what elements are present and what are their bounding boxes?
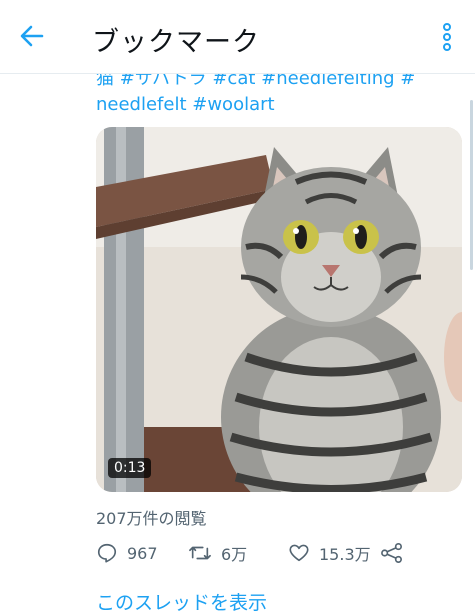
view-count: 207万件の閲覧 bbox=[96, 509, 207, 528]
video-thumbnail-cat bbox=[96, 127, 462, 492]
retweet-arrows-icon bbox=[189, 546, 211, 560]
show-thread-link[interactable]: このスレッドを表示 bbox=[96, 588, 267, 615]
like-button[interactable]: 15.3万 bbox=[288, 538, 371, 568]
video-duration-badge: 0:13 bbox=[108, 458, 152, 478]
retweet-button[interactable]: 6万 bbox=[188, 538, 247, 568]
reply-count: 967 bbox=[127, 543, 158, 563]
more-options-button[interactable] bbox=[434, 20, 460, 54]
retweet-count: 6万 bbox=[221, 545, 248, 564]
speech-bubble-icon bbox=[97, 543, 117, 563]
heart-icon bbox=[289, 544, 309, 562]
arrow-left-icon bbox=[20, 25, 44, 47]
scrollbar[interactable] bbox=[470, 100, 473, 270]
back-button[interactable] bbox=[14, 18, 50, 54]
like-count: 15.3万 bbox=[319, 545, 371, 564]
share-button[interactable] bbox=[380, 538, 413, 568]
tweet-action-bar: 967 6万 15.3万 bbox=[96, 538, 426, 568]
share-nodes-icon bbox=[381, 543, 402, 563]
reply-button[interactable]: 967 bbox=[96, 538, 158, 568]
tweet-hashtags-line-2[interactable]: needlefelt #woolart bbox=[96, 92, 456, 118]
vertical-dots-icon bbox=[443, 23, 451, 51]
tweet-video[interactable]: 0:13 bbox=[96, 127, 462, 492]
top-app-bar: ブックマーク bbox=[0, 0, 475, 74]
page-title: ブックマーク bbox=[92, 27, 260, 58]
